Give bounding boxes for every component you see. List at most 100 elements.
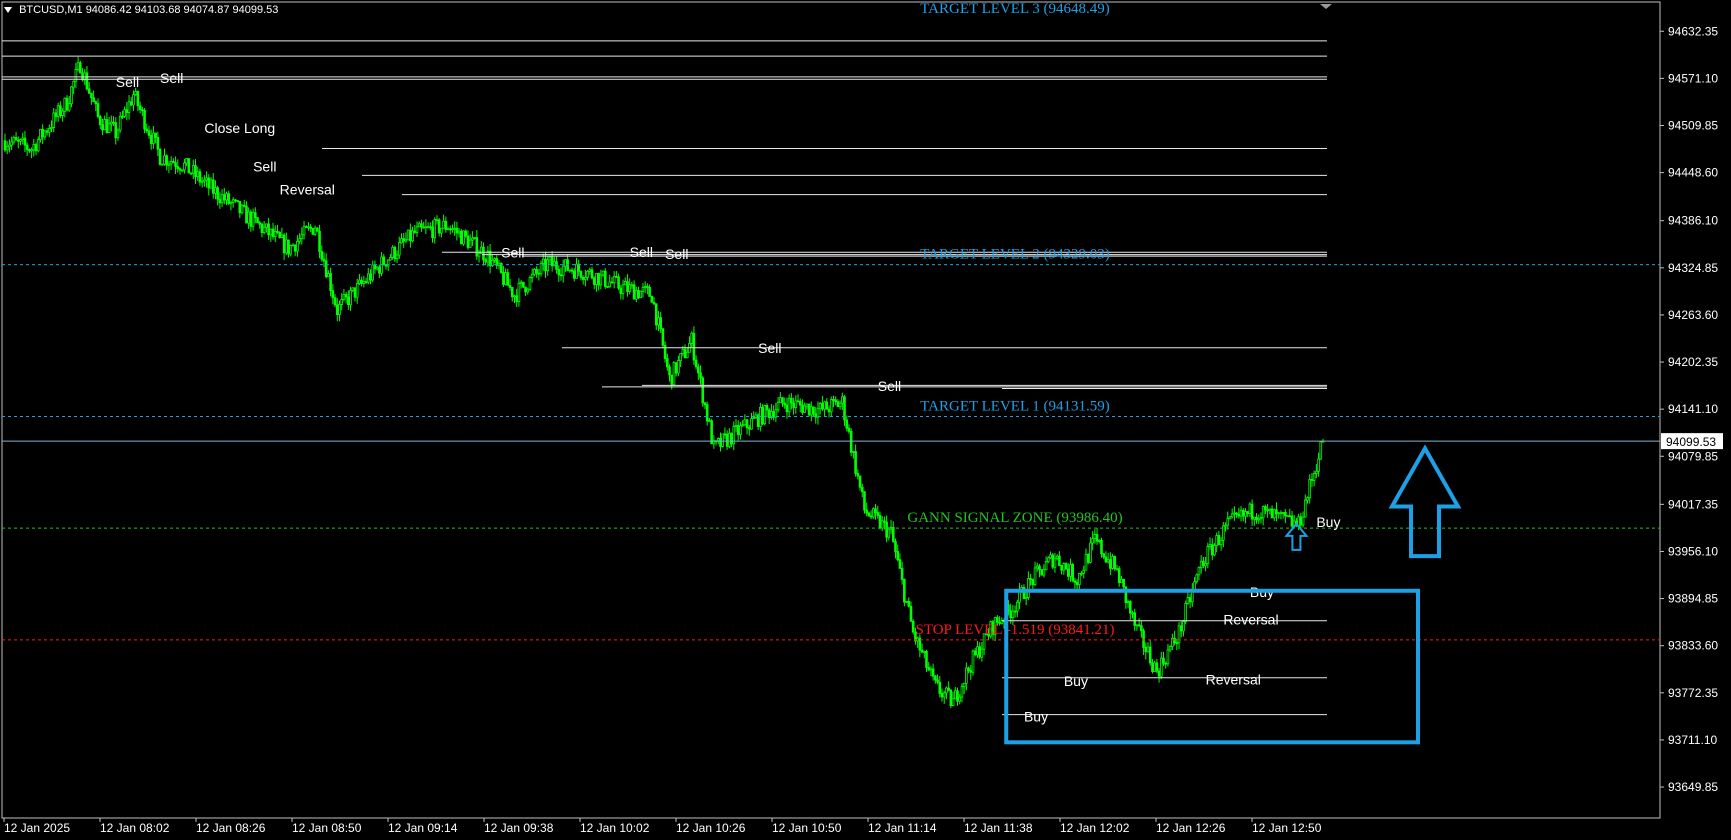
candle-body — [541, 258, 545, 264]
candle-body — [945, 687, 948, 694]
candle-body — [887, 528, 891, 538]
candle-body — [1315, 470, 1318, 474]
signal-label: Sell — [501, 245, 524, 261]
candle-body — [98, 116, 102, 126]
ohlc-values: 94086.42 94103.68 94074.87 94099.53 — [85, 4, 279, 16]
candle-body — [411, 230, 414, 242]
candle-body — [1111, 556, 1114, 569]
candle-body — [590, 269, 594, 279]
candle-body — [176, 166, 180, 170]
candle-body — [927, 667, 931, 671]
candle-body — [971, 650, 975, 673]
candle-body — [455, 227, 459, 234]
candle-body — [1031, 579, 1035, 586]
price-chart[interactable]: TARGET LEVEL 3 (94648.49) TARGET LEVEL 2 … — [0, 0, 1731, 840]
candle-body — [118, 115, 122, 131]
candle-body — [856, 473, 860, 477]
candle-body — [1175, 642, 1179, 645]
candle-body — [1206, 546, 1210, 564]
candle-body — [1035, 565, 1039, 569]
candle-body — [256, 217, 259, 224]
candle-body — [389, 257, 392, 261]
candle-body — [615, 275, 618, 278]
candle-body — [194, 165, 197, 177]
level-label: TARGET LEVEL 3 (94648.49) — [920, 1, 1110, 17]
candle-body — [1268, 508, 1272, 511]
candle-body — [114, 122, 118, 139]
candle-body — [546, 259, 550, 272]
y-tick-label: 94079.85 — [1668, 449, 1718, 463]
candle-body — [874, 508, 877, 513]
candle-body — [451, 228, 454, 231]
candle-body — [858, 475, 862, 488]
candle-body — [147, 130, 151, 136]
candle-body — [920, 649, 924, 653]
candle-body — [149, 134, 153, 144]
candle-body — [375, 266, 379, 270]
candle-body — [415, 226, 419, 233]
candle-body — [382, 256, 386, 266]
candle-body — [1288, 515, 1292, 518]
candle-body — [1047, 557, 1050, 563]
candle-body — [218, 198, 222, 204]
candle-body — [16, 139, 20, 142]
candle-body — [761, 407, 764, 425]
candle-body — [568, 269, 572, 272]
candle-body — [1166, 649, 1170, 665]
level-label: TARGET LEVEL 1 (94131.59) — [920, 398, 1110, 414]
candle-body — [409, 229, 412, 242]
candle-body — [683, 348, 687, 359]
candle-body — [1250, 503, 1254, 520]
candle-body — [570, 269, 574, 272]
candle-body — [70, 86, 73, 105]
x-tick-label: 12 Jan 12:02 — [1060, 821, 1130, 835]
y-tick-label: 94632.35 — [1668, 24, 1718, 38]
candle-body — [860, 486, 864, 493]
candle-body — [298, 238, 301, 242]
level-label: STOP LEVEL -1.519 (93841.21) — [915, 622, 1114, 638]
candle-body — [654, 303, 658, 326]
candle-body — [180, 169, 184, 172]
candle-body — [750, 418, 753, 430]
candle-body — [1146, 646, 1150, 653]
candle-body — [1306, 497, 1309, 501]
candle-body — [834, 399, 837, 402]
candle-body — [1126, 600, 1130, 603]
candle-body — [694, 359, 698, 368]
candle-body — [617, 276, 620, 289]
candle-body — [958, 696, 962, 702]
candle-body — [1102, 553, 1106, 558]
chart-area[interactable]: TARGET LEVEL 3 (94648.49) TARGET LEVEL 2 … — [0, 0, 1731, 840]
candle-body — [632, 284, 636, 300]
candle-body — [484, 259, 487, 263]
candle-body — [497, 262, 501, 266]
candle-body — [214, 187, 217, 194]
candle-body — [537, 272, 541, 275]
candle-body — [588, 269, 592, 272]
candle-body — [581, 276, 585, 280]
candle-body — [327, 273, 330, 278]
candle-body — [196, 171, 200, 177]
chevron-down-icon[interactable] — [4, 7, 12, 14]
candle-body — [207, 177, 211, 189]
candle-body — [1239, 509, 1243, 517]
candle-body — [225, 193, 228, 201]
candle-body — [41, 128, 44, 138]
candle-body — [1080, 572, 1083, 575]
candle-body — [165, 155, 169, 166]
y-tick-label: 93649.85 — [1668, 780, 1718, 794]
candle-body — [351, 287, 355, 291]
candle-body — [136, 91, 140, 107]
y-tick-label: 93711.10 — [1668, 733, 1717, 747]
candle-body — [1193, 581, 1196, 590]
candle-body — [101, 124, 104, 131]
candle-body — [475, 237, 479, 257]
candle-body — [575, 263, 578, 279]
candle-body — [216, 187, 219, 200]
candle-body — [203, 179, 206, 182]
y-tick-label: 94386.10 — [1668, 214, 1718, 228]
y-tick-label: 94202.35 — [1668, 355, 1718, 369]
candle-body — [599, 274, 603, 286]
candle-body — [347, 296, 350, 306]
candle-body — [643, 285, 647, 288]
